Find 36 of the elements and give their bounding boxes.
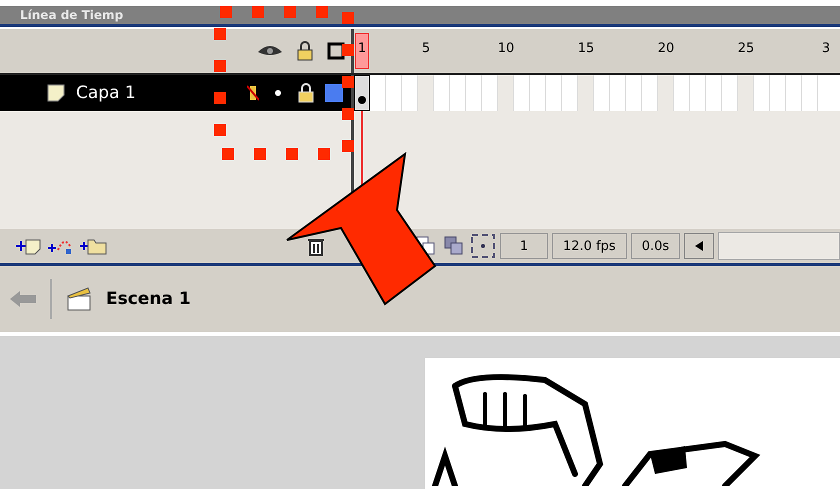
frame-number: 10 [498,41,514,56]
layer-color-square[interactable] [325,84,343,102]
clapperboard-icon [66,286,92,312]
frame-cell[interactable] [418,75,434,111]
frame-cell[interactable] [498,75,514,111]
scroll-left-button[interactable] [684,233,714,259]
scene-name: Escena 1 [106,289,191,309]
elapsed-time-field: 0.0s [630,233,680,259]
frame-number: 1 [358,41,366,56]
outline-square-icon[interactable] [327,42,345,60]
frame-rate-field[interactable]: 12.0 fps [552,233,627,259]
eye-icon[interactable] [257,44,283,58]
pencil-crossed-icon[interactable] [247,84,259,102]
padlock-icon[interactable] [297,83,315,103]
keyframe[interactable] [354,75,370,111]
panel-title: Línea de Tiemp [20,8,124,22]
back-arrow-icon[interactable] [10,290,36,308]
left-triangle-icon [695,240,704,250]
trash-icon[interactable] [306,236,326,256]
frame-cell[interactable] [738,75,754,111]
scrollbar-track[interactable] [718,232,840,260]
layer-name: Capa 1 [76,83,137,103]
edit-frames-icon[interactable] [470,233,496,259]
frame-cell[interactable] [578,75,594,111]
frame-number: 3 [822,41,830,56]
layer-row[interactable]: Capa 1 [0,75,354,111]
current-frame-field: 1 [500,233,548,259]
frame-number: 5 [422,41,430,56]
layer-icon [46,83,66,103]
padlock-icon[interactable] [297,41,313,61]
frame-number: 20 [658,41,674,56]
keyframe-dot-icon [358,96,366,104]
playhead[interactable] [355,33,369,69]
frame-number: 15 [578,41,594,56]
frame-cell[interactable] [658,75,674,111]
frame-number: 25 [738,41,754,56]
